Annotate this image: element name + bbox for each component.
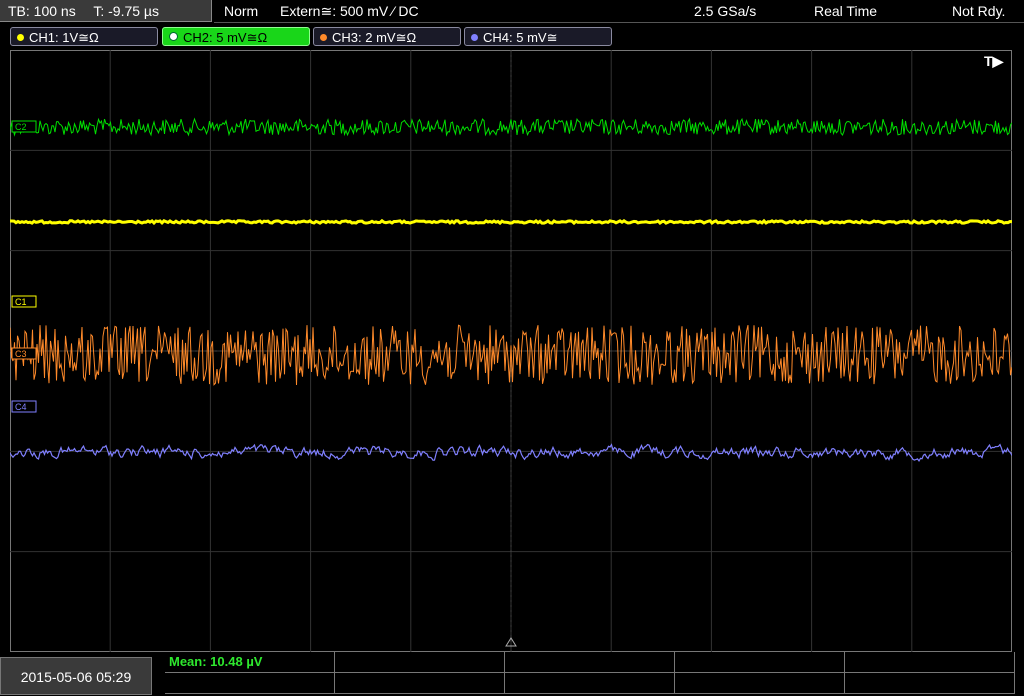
trigger-mode: Norm [224,3,259,19]
trigger-position-marker[interactable]: T▶ [984,53,1005,69]
channel-4-dot-icon [471,34,478,41]
channel-2-dot-icon [169,32,178,41]
measurement-cell[interactable] [335,652,505,673]
timebase-value: TB: 100 ns [8,3,76,19]
measurement-cell-mean[interactable]: Mean: 10.48 µV [165,652,335,673]
svg-text:C3: C3 [15,349,27,359]
trigger-time-value: T: -9.75 µs [93,3,159,19]
measurement-cell[interactable] [505,652,675,673]
measurement-cell[interactable] [165,673,335,694]
waveform-display[interactable]: C2 C1 C3 C4 T▶ [10,50,1012,652]
datetime-value: 2015-05-06 05:29 [20,669,132,685]
trigger-info-bar[interactable]: Norm Extern≅: 500 mV ⁄ DC 2.5 GSa/s Real… [214,0,1024,23]
channel-1-tab[interactable]: CH1: 1V≅Ω [10,27,158,46]
channel-1-marker[interactable]: C1 [11,295,37,308]
measurement-cell[interactable] [675,652,845,673]
channel-2-label: CH2: 5 mV≅Ω [183,30,268,45]
measurement-cell[interactable] [845,673,1015,694]
status-bar: TB: 100 ns T: -9.75 µs Norm Extern≅: 500… [0,0,1024,25]
channel-3-label: CH3: 2 mV≅Ω [332,30,417,45]
bottom-bar: 2015-05-06 05:29 Mean: 10.48 µV [0,652,1024,695]
channel-1-dot-icon [17,34,24,41]
measurement-mean: Mean: 10.48 µV [169,654,263,669]
channel-3-tab[interactable]: CH3: 2 mV≅Ω [313,27,461,46]
measurement-cell[interactable] [845,652,1015,673]
channel-4-marker[interactable]: C4 [11,400,37,413]
sample-rate: 2.5 GSa/s [694,3,757,19]
channel-4-label: CH4: 5 mV≅ [483,30,558,45]
svg-text:C2: C2 [15,122,27,132]
timebase-box[interactable]: TB: 100 ns T: -9.75 µs [0,0,212,22]
channel-3-marker[interactable]: C3 [11,347,37,360]
channel-3-dot-icon [320,34,327,41]
channel-2-tab[interactable]: CH2: 5 mV≅Ω [162,27,310,46]
trigger-source: Extern≅: 500 mV ⁄ DC [280,3,419,19]
datetime-box: 2015-05-06 05:29 [0,657,152,695]
channel-4-tab[interactable]: CH4: 5 mV≅ [464,27,612,46]
measurement-cell[interactable] [675,673,845,694]
measurement-cell[interactable] [335,673,505,694]
acquisition-mode: Real Time [814,3,878,19]
channel-tabs: CH1: 1V≅Ω CH2: 5 mV≅Ω CH3: 2 mV≅Ω CH4: 5… [0,26,1024,48]
svg-text:C1: C1 [15,297,27,307]
measurement-table[interactable]: Mean: 10.48 µV [165,652,1017,694]
run-state: Not Rdy. [952,3,1006,19]
channel-1-label: CH1: 1V≅Ω [29,30,99,45]
measurement-cell[interactable] [505,673,675,694]
channel-2-marker[interactable]: C2 [11,120,37,133]
svg-text:C4: C4 [15,402,27,412]
